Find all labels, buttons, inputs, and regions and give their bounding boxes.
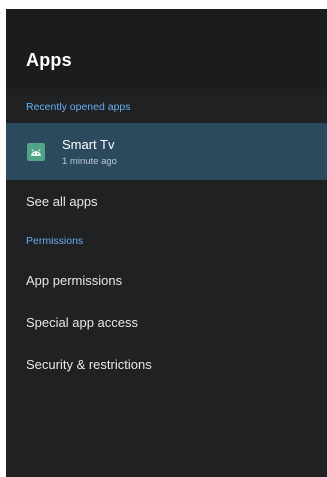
recent-app-item-smart-tv[interactable]: Smart Tv 1 minute ago bbox=[6, 123, 327, 180]
section-header-permissions: Permissions bbox=[26, 235, 84, 247]
section-header-recent-apps: Recently opened apps bbox=[26, 101, 131, 113]
apps-settings-panel: Apps Recently opened apps Smart Tv 1 min… bbox=[6, 9, 327, 477]
page-title: Apps bbox=[26, 50, 72, 70]
panel-header: Apps bbox=[6, 9, 327, 89]
app-permissions-item[interactable]: App permissions bbox=[6, 261, 327, 303]
app-last-opened: 1 minute ago bbox=[62, 156, 117, 167]
app-name: Smart Tv bbox=[62, 137, 115, 152]
app-permissions-label: App permissions bbox=[26, 273, 123, 288]
see-all-apps-label: See all apps bbox=[26, 194, 98, 209]
security-restrictions-item[interactable]: Security & restrictions bbox=[6, 346, 327, 388]
special-app-access-item[interactable]: Special app access bbox=[6, 304, 327, 346]
security-restrictions-label: Security & restrictions bbox=[26, 357, 152, 372]
android-icon bbox=[27, 143, 45, 161]
special-app-access-label: Special app access bbox=[26, 315, 139, 330]
see-all-apps-item[interactable]: See all apps bbox=[6, 180, 327, 222]
